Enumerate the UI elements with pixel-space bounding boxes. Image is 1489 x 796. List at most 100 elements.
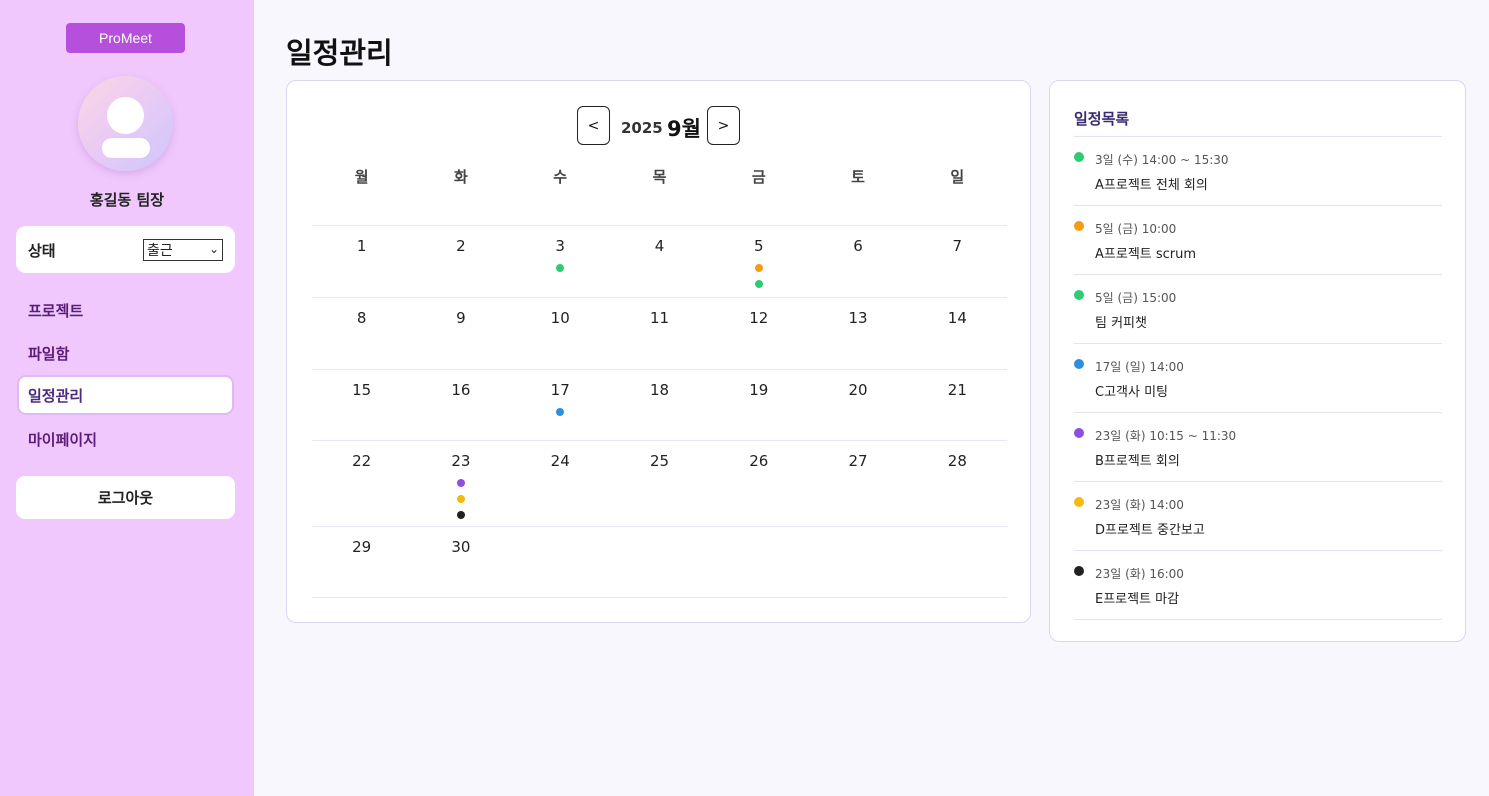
calendar-day-cell[interactable]: 26 [709, 441, 808, 526]
calendar-day-cell[interactable]: 17 [511, 370, 610, 440]
calendar-day-cell[interactable]: 5 [709, 226, 808, 297]
calendar-day-cell[interactable]: 6 [808, 226, 907, 297]
weekday-header: 월 화 수 목 금 토 일 [312, 155, 1007, 226]
calendar-day-cell[interactable]: 18 [610, 370, 709, 440]
calendar-day-number: 12 [749, 309, 769, 327]
event-time: 3일 (수) 14:00 ~ 15:30 [1095, 153, 1229, 167]
event-time: 23일 (화) 10:15 ~ 11:30 [1095, 429, 1237, 443]
sidebar: ProMeet 홍길동 팀장 상태 출근 ⌄ 프로젝트 파일함 일정관리 마이페… [0, 0, 254, 796]
calendar-day-cell[interactable]: 8 [312, 298, 411, 369]
next-month-button[interactable]: > [707, 106, 740, 145]
calendar-day-cell[interactable]: 15 [312, 370, 411, 440]
event-title: 팀 커피챗 [1095, 316, 1147, 331]
calendar-day-number: 9 [456, 309, 466, 327]
event-color-dot-icon [1074, 428, 1084, 438]
schedule-list-item[interactable]: 3일 (수) 14:00 ~ 15:30 A프로젝트 전체 회의 [1074, 137, 1442, 206]
calendar-day-cell[interactable]: 2 [411, 226, 510, 297]
calendar-day-cell[interactable]: 20 [808, 370, 907, 440]
event-title: B프로젝트 회의 [1095, 454, 1180, 469]
calendar-day-cell[interactable]: 24 [511, 441, 610, 526]
calendar-day-number: 17 [550, 381, 570, 399]
calendar-day-cell[interactable]: 27 [808, 441, 907, 526]
logout-button[interactable]: 로그아웃 [16, 476, 235, 519]
calendar-day-cell[interactable]: 22 [312, 441, 411, 526]
calendar-day-cell[interactable]: 21 [908, 370, 1007, 440]
calendar-day-number: 1 [356, 237, 367, 255]
calendar-day-cell[interactable]: 3 [511, 226, 610, 297]
calendar-day-cell[interactable]: 16 [411, 370, 510, 440]
schedule-list-title: 일정목록 [1074, 110, 1130, 128]
calendar-day-number: 19 [749, 381, 769, 399]
calendar-day-cell[interactable]: 30 [411, 527, 510, 597]
calendar-day-number: 10 [550, 309, 570, 327]
schedule-list-item[interactable]: 23일 (화) 16:00 E프로젝트 마감 [1074, 551, 1442, 620]
avatar-head-icon [107, 97, 144, 134]
status-select[interactable]: 출근 ⌄ [143, 239, 223, 261]
schedule-list-item[interactable]: 5일 (금) 15:00 팀 커피챗 [1074, 275, 1442, 344]
calendar-day-cell [709, 527, 808, 597]
calendar-day-cell[interactable]: 12 [709, 298, 808, 369]
event-color-dot-icon [1074, 152, 1084, 162]
status-selected-value: 출근 [147, 243, 173, 259]
calendar-month: 9월 [667, 117, 701, 141]
calendar-day-cell [908, 527, 1007, 597]
brand-logo[interactable]: ProMeet [66, 23, 185, 53]
status-box: 상태 출근 ⌄ [16, 226, 235, 273]
calendar-day-number: 28 [947, 452, 967, 470]
calendar-day-number: 22 [352, 452, 372, 470]
event-dot-icon [456, 495, 465, 503]
calendar-day-cell[interactable]: 29 [312, 527, 411, 597]
calendar-day-cell[interactable]: 25 [610, 441, 709, 526]
page-title: 일정관리 [286, 36, 393, 70]
calendar-day-cell[interactable]: 13 [808, 298, 907, 369]
event-dot-icon [556, 408, 565, 416]
calendar-week-row: 29 30 [312, 527, 1007, 598]
event-dots [709, 264, 808, 288]
calendar-day-number: 8 [356, 309, 367, 327]
nav-item-mypage[interactable]: 마이페이지 [17, 419, 234, 459]
nav-item-files[interactable]: 파일함 [17, 333, 234, 373]
calendar-day-cell[interactable]: 28 [908, 441, 1007, 526]
calendar-day-number: 27 [848, 452, 868, 470]
schedule-list-item[interactable]: 23일 (화) 10:15 ~ 11:30 B프로젝트 회의 [1074, 413, 1442, 482]
calendar-day-number: 13 [848, 309, 868, 327]
nav-item-projects[interactable]: 프로젝트 [17, 290, 234, 330]
event-color-dot-icon [1074, 221, 1084, 231]
calendar-day-cell[interactable]: 9 [411, 298, 510, 369]
schedule-list-item[interactable]: 23일 (화) 14:00 D프로젝트 중간보고 [1074, 482, 1442, 551]
calendar-week-row: 15 16 17 18 19 20 21 [312, 370, 1007, 441]
nav-item-schedule[interactable]: 일정관리 [17, 375, 234, 415]
event-time: 5일 (금) 10:00 [1095, 222, 1177, 236]
calendar-day-cell[interactable]: 19 [709, 370, 808, 440]
calendar-card: < 2025 9월 > 월 화 수 목 금 토 일 1 2 3 4 5 6 7 8 9 10 11 1… [286, 80, 1031, 623]
avatar-body-icon [102, 138, 150, 158]
event-dot-icon [556, 264, 565, 272]
schedule-list-item[interactable]: 17일 (일) 14:00 C고객사 미팅 [1074, 344, 1442, 413]
calendar-day-number: 25 [649, 452, 670, 470]
calendar-day-cell[interactable]: 10 [511, 298, 610, 369]
schedule-list-item[interactable]: 5일 (금) 10:00 A프로젝트 scrum [1074, 206, 1442, 275]
event-dot-icon [456, 511, 465, 519]
calendar-day-number: 30 [451, 538, 471, 556]
weekday-fri: 금 [751, 168, 766, 186]
calendar-day-cell[interactable]: 23 [411, 441, 510, 526]
event-time: 17일 (일) 14:00 [1095, 360, 1184, 374]
calendar-day-number: 4 [654, 237, 665, 255]
calendar-day-number: 14 [947, 309, 967, 327]
calendar-day-number: 21 [947, 381, 967, 399]
calendar-day-number: 15 [352, 381, 372, 399]
event-dot-icon [754, 280, 763, 288]
calendar-day-cell[interactable]: 11 [610, 298, 709, 369]
prev-month-button[interactable]: < [577, 106, 610, 145]
event-time: 23일 (화) 14:00 [1095, 498, 1184, 512]
calendar-day-cell[interactable]: 4 [610, 226, 709, 297]
calendar-day-number: 23 [451, 452, 471, 470]
calendar-day-cell[interactable]: 7 [908, 226, 1007, 297]
calendar-day-number: 11 [649, 309, 670, 327]
calendar-day-cell[interactable]: 1 [312, 226, 411, 297]
calendar-day-number: 24 [550, 452, 570, 470]
event-color-dot-icon [1074, 497, 1084, 507]
weekday-mon: 월 [354, 168, 369, 186]
calendar-day-cell[interactable]: 14 [908, 298, 1007, 369]
calendar-year: 2025 [621, 119, 663, 137]
